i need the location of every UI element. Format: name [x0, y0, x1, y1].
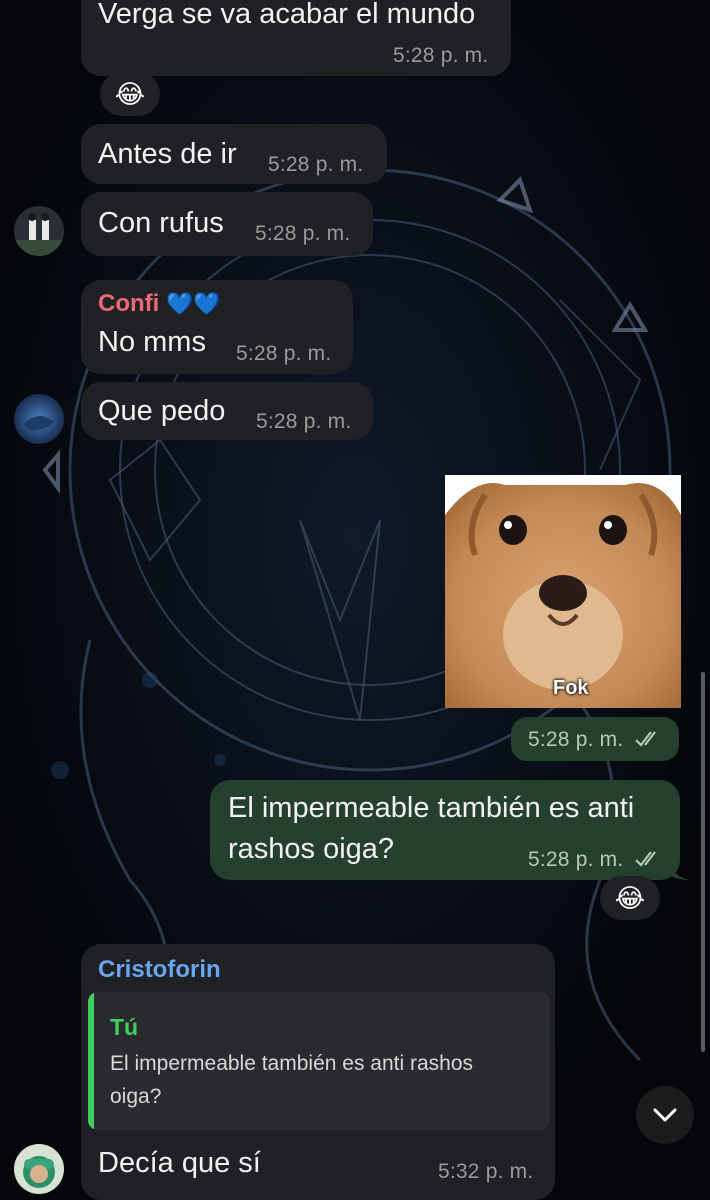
- message-time: 5:28 p. m.: [528, 848, 624, 871]
- avatar[interactable]: [14, 1144, 64, 1194]
- blue-heart-emoji-icon: 💙💙: [165, 291, 221, 316]
- avatar-image: [14, 394, 64, 444]
- sender-name[interactable]: Confi 💙💙: [98, 290, 221, 318]
- sticker-caption: Fok: [553, 677, 589, 699]
- message-time: 5:28 p. m.: [236, 342, 332, 365]
- double-check-icon: [635, 851, 656, 867]
- sender-name[interactable]: Cristoforin: [98, 956, 221, 984]
- message-text: No mms: [98, 326, 206, 358]
- message-text: Con rufus: [98, 207, 224, 239]
- avatar[interactable]: [14, 394, 64, 444]
- scroll-to-bottom-button[interactable]: [636, 1086, 694, 1144]
- message-time: 5:28 p. m.: [268, 153, 364, 176]
- laughing-emoji-icon: 😂: [614, 882, 646, 913]
- reply-text-line: El impermeable también es anti rashos: [110, 1052, 474, 1075]
- reaction-badge[interactable]: 😂: [100, 72, 160, 116]
- dog-sticker[interactable]: Fok: [445, 475, 681, 708]
- message-text: Que pedo: [98, 395, 226, 427]
- chevron-down-icon: [653, 1108, 677, 1122]
- scrollbar[interactable]: [701, 672, 705, 1052]
- message-text: Decía que sí: [98, 1147, 261, 1179]
- message-text-line: El impermeable también es anti: [228, 792, 635, 824]
- avatar-image: [14, 206, 64, 256]
- reaction-badge[interactable]: 😂: [600, 876, 660, 920]
- avatar[interactable]: [14, 206, 64, 256]
- message-time: 5:32 p. m.: [438, 1160, 534, 1183]
- message-text-line: rashos oiga?: [228, 833, 395, 865]
- message-text: Antes de ir: [98, 138, 237, 170]
- message-time: 5:28 p. m.: [256, 410, 352, 433]
- reply-sender-name: Tú: [110, 1014, 139, 1040]
- bubble-tail: [668, 860, 690, 880]
- reply-text-line: oiga?: [110, 1085, 162, 1108]
- reply-quote[interactable]: Tú El impermeable también es anti rashos…: [88, 992, 550, 1130]
- dog-sticker-image: [445, 475, 681, 708]
- laughing-emoji-icon: 😂: [114, 78, 146, 109]
- message-time: 5:28 p. m.: [255, 222, 351, 245]
- reply-quote-bar: [88, 992, 94, 1130]
- double-check-icon: [635, 731, 656, 747]
- message-text: Verga se va acabar el mundo: [98, 0, 476, 30]
- message-time: 5:28 p. m.: [393, 44, 489, 67]
- message-time: 5:28 p. m.: [528, 728, 624, 751]
- avatar-image: [14, 1144, 64, 1194]
